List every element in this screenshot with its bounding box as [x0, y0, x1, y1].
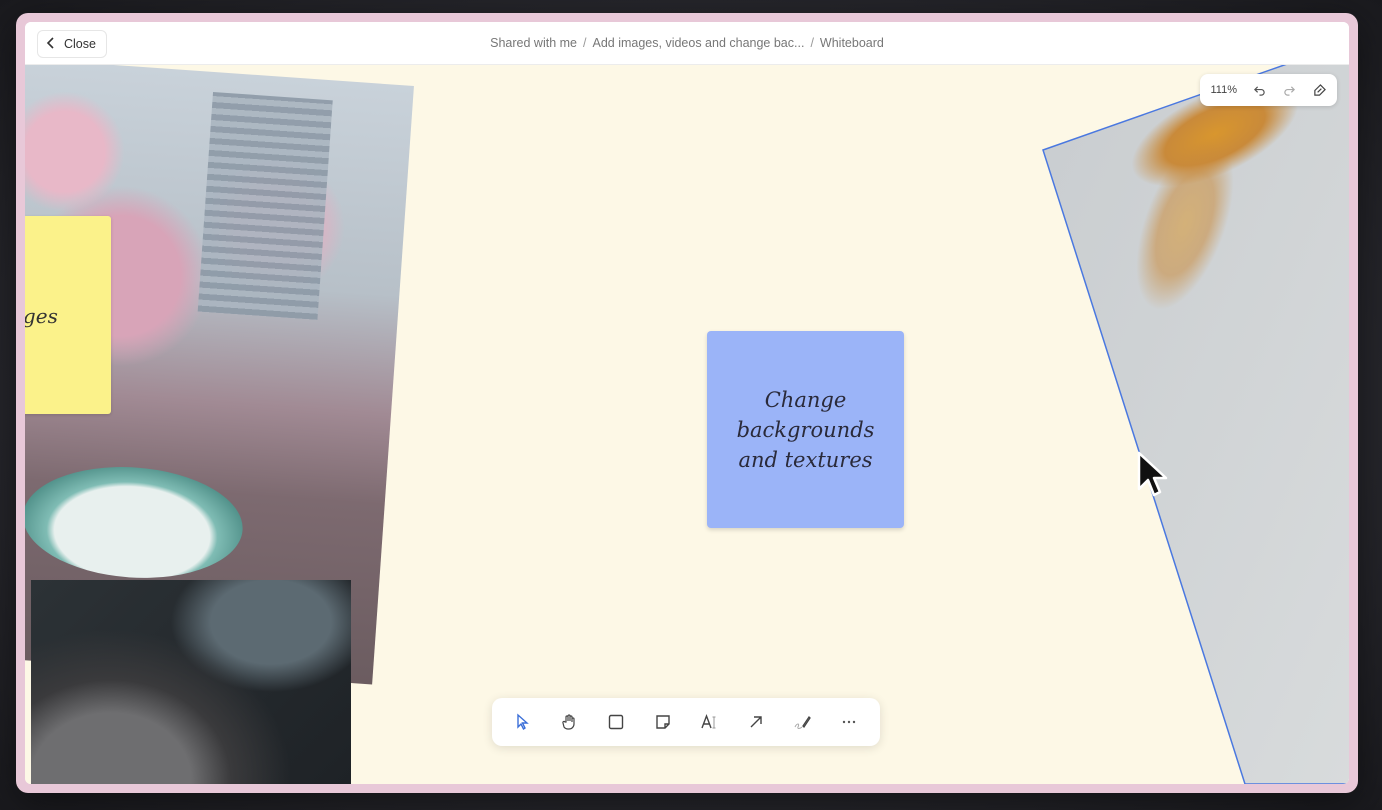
goldfish-image[interactable]: [915, 64, 1349, 784]
pen-tool-icon[interactable]: [787, 707, 817, 737]
format-brush-icon[interactable]: [1311, 82, 1327, 98]
select-tool-icon[interactable]: [508, 707, 538, 737]
building-shape: [197, 91, 333, 320]
sticky-yellow-text: ages: [25, 304, 58, 328]
whiteboard-frame: Close Shared with me / Add images, videos …: [25, 22, 1349, 784]
arrow-tool-icon[interactable]: [741, 707, 771, 737]
zoom-level[interactable]: 111%: [1210, 84, 1237, 96]
sticky-blue-text: Change backgrounds and textures: [736, 387, 875, 472]
undo-icon[interactable]: [1251, 82, 1267, 98]
zoom-panel: 111%: [1200, 74, 1337, 106]
top-bar: Close Shared with me / Add images, videos …: [25, 22, 1349, 65]
sticky-note-yellow[interactable]: ages: [25, 216, 111, 414]
breadcrumb-shared[interactable]: Shared with me: [490, 36, 577, 50]
drawing-toolbar: [492, 698, 880, 746]
hand-tool-icon[interactable]: [555, 707, 585, 737]
mouse-cursor-icon: [1137, 451, 1168, 497]
boat-shape: [25, 459, 247, 585]
rectangle-tool-icon[interactable]: [601, 707, 631, 737]
breadcrumb-page[interactable]: Add images, videos and change bac...: [592, 36, 804, 50]
more-icon[interactable]: [834, 707, 864, 737]
sticky-note-tool-icon[interactable]: [648, 707, 678, 737]
breadcrumb-whiteboard: Whiteboard: [819, 36, 884, 50]
whiteboard-canvas[interactable]: ages Change backgrounds and textures: [25, 64, 1349, 784]
app-window: Close Shared with me / Add images, videos …: [16, 13, 1358, 793]
text-tool-icon[interactable]: [694, 707, 724, 737]
sticky-note-blue[interactable]: Change backgrounds and textures: [707, 331, 904, 528]
redo-icon[interactable]: [1281, 82, 1297, 98]
breadcrumb: Shared with me / Add images, videos and ch…: [490, 36, 884, 50]
dark-bowl-image[interactable]: [31, 580, 351, 784]
